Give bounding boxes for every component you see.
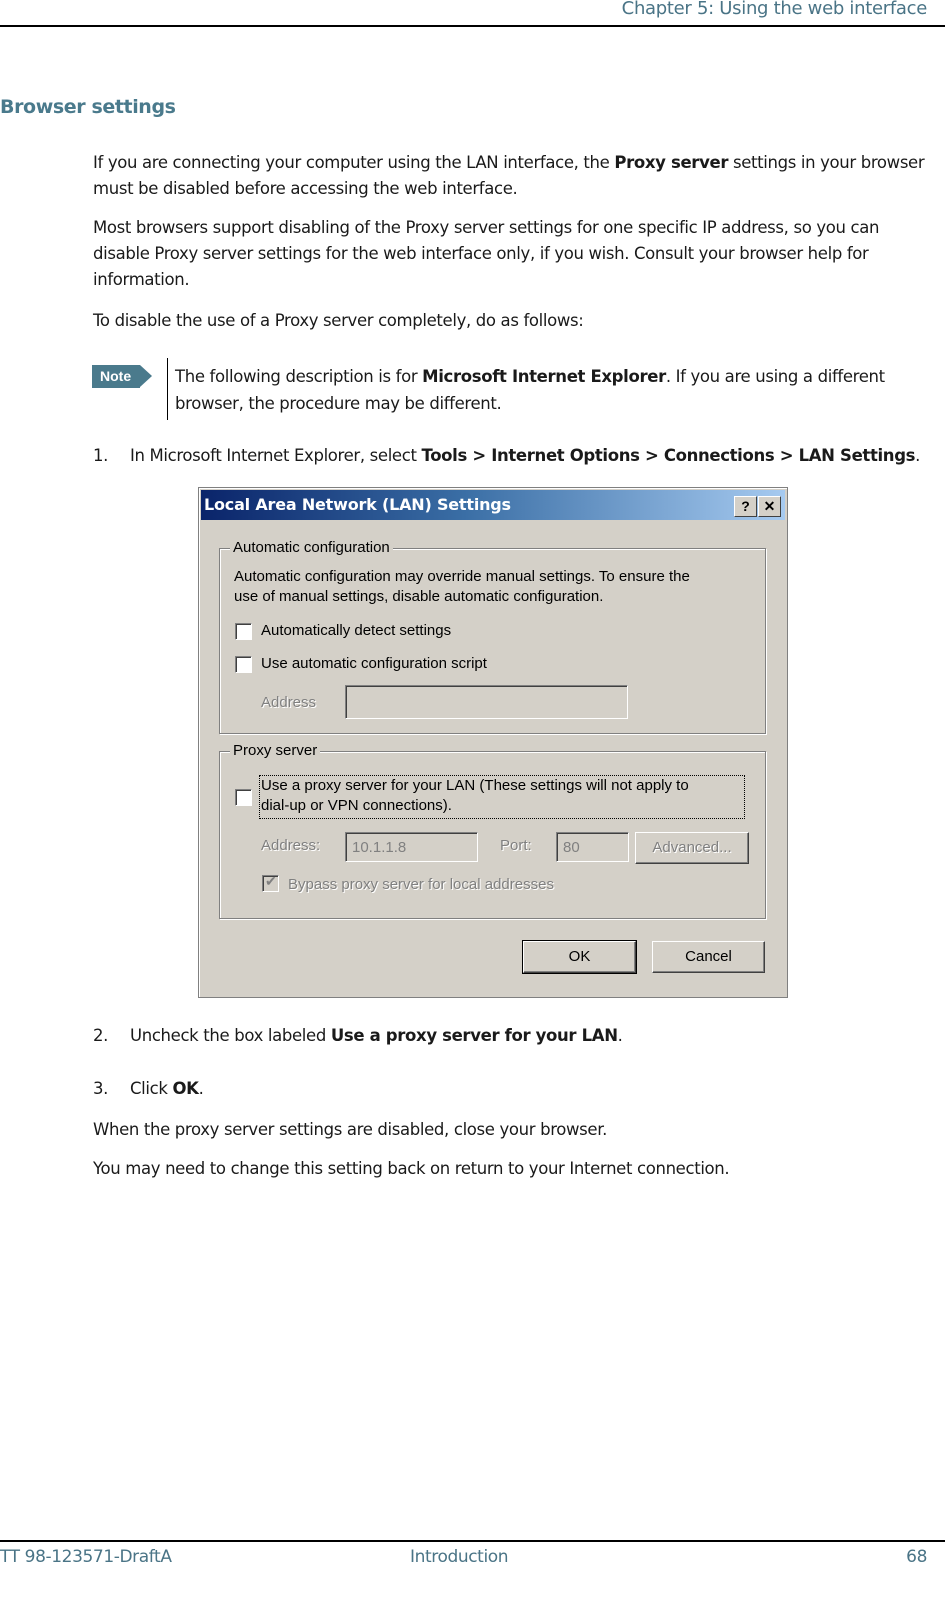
paragraph-close-browser: When the proxy server settings are disab… (93, 1120, 608, 1139)
use-proxy-label-1[interactable]: Use a proxy server for your LAN (These s… (261, 777, 689, 794)
ok-button[interactable]: OK (522, 940, 637, 974)
note-divider (167, 358, 168, 420)
automatic-configuration-group: Automatic configuration Automatic config… (219, 539, 766, 734)
proxy-port-label: Port: (500, 837, 532, 854)
paragraph-browsers: Most browsers support disabling of the P… (93, 218, 880, 289)
auto-config-desc-1: Automatic configuration may override man… (234, 568, 690, 585)
script-address-input[interactable] (345, 685, 628, 719)
step-1: 1. In Microsoft Internet Explorer, select… (93, 446, 921, 465)
script-address-label: Address (261, 694, 317, 711)
checkmark-icon: ✔ (265, 873, 277, 889)
use-proxy-checkbox[interactable] (235, 789, 252, 806)
note-text: The following description is for Microso… (175, 367, 885, 413)
proxy-server-group: Proxy server Use a proxy server for your… (219, 742, 766, 919)
footer-section: Introduction (410, 1547, 509, 1567)
bypass-local-label[interactable]: Bypass proxy server for local addresses (288, 876, 554, 893)
section-title: Browser settings (0, 96, 176, 118)
page-header: Chapter 5: Using the web interface (0, 0, 945, 27)
auto-script-checkbox[interactable] (235, 656, 252, 673)
auto-script-label[interactable]: Use automatic configuration script (261, 655, 487, 672)
note-tag: Note (92, 365, 152, 388)
dialog-title-bar: Local Area Network (LAN) Settings ? ✕ (201, 490, 785, 520)
close-icon[interactable]: ✕ (758, 496, 781, 517)
chapter-title: Chapter 5: Using the web interface (621, 0, 928, 19)
help-icon[interactable]: ? (734, 496, 757, 517)
cancel-button[interactable]: Cancel (652, 941, 765, 973)
step-3: 3. Click OK. (93, 1079, 204, 1098)
proxy-address-label: Address: (261, 837, 321, 854)
use-proxy-label-2[interactable]: dial-up or VPN connections). (261, 797, 452, 814)
lan-settings-dialog: Local Area Network (LAN) Settings ? ✕ Au… (198, 487, 788, 998)
paragraph-proxy-intro: If you are connecting your computer usin… (93, 153, 925, 198)
auto-config-legend: Automatic configuration (230, 539, 393, 556)
auto-detect-checkbox[interactable] (235, 623, 252, 640)
auto-config-desc-2: use of manual settings, disable automati… (234, 588, 604, 605)
proxy-server-legend: Proxy server (230, 742, 321, 759)
auto-detect-label[interactable]: Automatically detect settings (261, 622, 451, 639)
paragraph-do-as-follows: To disable the use of a Proxy server com… (93, 311, 584, 330)
proxy-port-input[interactable]: 80 (556, 832, 629, 862)
paragraph-change-back: You may need to change this setting back… (93, 1159, 730, 1178)
step-2: 2. Uncheck the box labeled Use a proxy se… (93, 1026, 623, 1045)
bypass-local-checkbox[interactable]: ✔ (262, 873, 279, 892)
proxy-address-input[interactable]: 10.1.1.8 (345, 832, 478, 862)
dialog-title: Local Area Network (LAN) Settings (204, 495, 511, 514)
footer-page-number: 68 (906, 1547, 927, 1567)
advanced-button[interactable]: Advanced... (635, 832, 749, 864)
footer-doc-id: TT 98-123571-DraftA (0, 1547, 172, 1567)
page-footer: TT 98-123571-DraftA Introduction 68 (0, 1540, 945, 1567)
